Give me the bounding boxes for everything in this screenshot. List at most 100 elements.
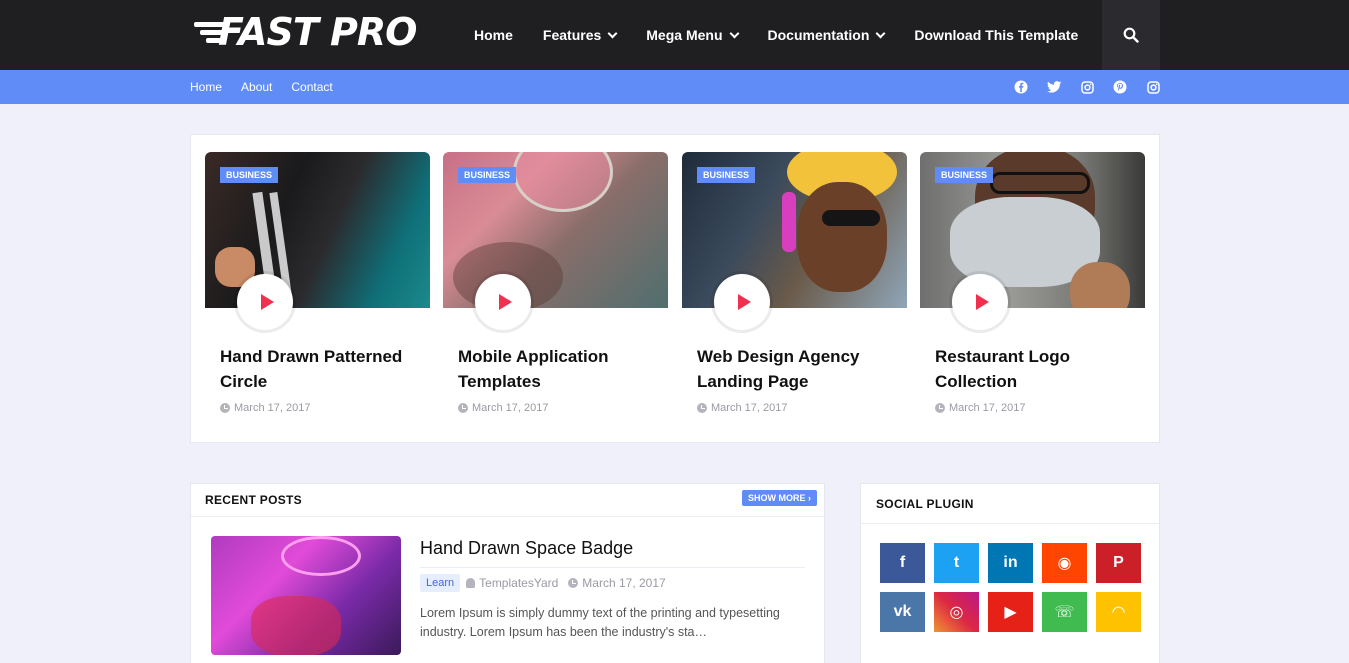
nav-home[interactable]: Home [474, 27, 513, 43]
header-social-links [1013, 79, 1178, 95]
post-date-text: March 17, 2017 [949, 402, 1026, 414]
play-icon [975, 294, 989, 310]
pinterest-icon[interactable] [1112, 79, 1128, 95]
search-icon [1123, 27, 1139, 43]
subnav-about[interactable]: About [241, 80, 272, 94]
section-title: RECENT POSTS [205, 493, 302, 507]
twitter-icon: t [953, 554, 960, 571]
clock-icon [568, 578, 579, 588]
featured-title[interactable]: Mobile Application Templates [458, 344, 653, 394]
social-plugin-header: SOCIAL PLUGIN [861, 484, 1159, 524]
nav-documentation-label: Documentation [767, 27, 870, 43]
logo-text: FAST PRO [218, 10, 417, 54]
twitter-button[interactable]: t [934, 543, 979, 583]
nav-features-label: Features [542, 27, 602, 43]
linkedin-button[interactable]: in [988, 543, 1033, 583]
post-excerpt: Lorem Ipsum is simply dummy text of the … [420, 606, 780, 639]
post-date: March 17, 2017 [697, 402, 892, 414]
show-more-button[interactable]: SHOW MORE › [742, 490, 817, 506]
post-date-text: March 17, 2017 [234, 402, 311, 414]
post-thumbnail[interactable] [211, 536, 401, 655]
recent-posts-header: RECENT POSTS SHOW MORE › [191, 484, 824, 517]
featured-card[interactable]: BUSINESS Restaurant Logo Collection Marc… [920, 152, 1145, 414]
subnav-contact[interactable]: Contact [291, 80, 332, 94]
user-icon [466, 578, 476, 588]
category-badge[interactable]: BUSINESS [935, 167, 994, 183]
post-date-text: March 17, 2017 [472, 402, 549, 414]
vk-icon: vk [893, 603, 912, 620]
category-badge[interactable]: BUSINESS [220, 167, 279, 183]
post-author[interactable]: TemplatesYard [479, 576, 558, 590]
search-button[interactable] [1102, 0, 1160, 70]
twitter-icon[interactable] [1046, 79, 1062, 95]
nav-download-template[interactable]: Download This Template [914, 27, 1078, 43]
nav-mega-menu[interactable]: Mega Menu [646, 27, 739, 43]
clock-icon [697, 403, 707, 413]
reddit-icon: ◉ [1057, 555, 1072, 572]
show-more-label: SHOW MORE [748, 493, 806, 503]
chevron-down-icon [729, 28, 739, 38]
play-icon [498, 294, 512, 310]
youtube-button[interactable]: ▶ [988, 592, 1033, 632]
section-title: SOCIAL PLUGIN [876, 497, 974, 511]
play-icon [260, 294, 274, 310]
nav-features[interactable]: Features [542, 27, 618, 43]
clock-icon [935, 403, 945, 413]
featured-posts: BUSINESS Hand Drawn Patterned Circle Mar… [190, 134, 1160, 443]
main-nav: Home Features Mega Menu Documentation Do… [474, 0, 1108, 70]
social-buttons-grid: f t in ◉ P vk ◎ ▶ ☏ ◠ [880, 543, 1141, 632]
top-header: FAST PRO Home Features Mega Menu Documen… [0, 0, 1349, 70]
post-date: March 17, 2017 [458, 402, 653, 414]
nav-documentation[interactable]: Documentation [767, 27, 886, 43]
pinterest-button[interactable]: P [1096, 543, 1141, 583]
play-button[interactable] [714, 274, 770, 330]
facebook-icon: f [899, 554, 906, 571]
nav-home-label: Home [474, 27, 513, 43]
nav-mega-menu-label: Mega Menu [646, 27, 723, 43]
whatsapp-icon: ☏ [1054, 604, 1075, 621]
facebook-button[interactable]: f [880, 543, 925, 583]
chevron-down-icon [875, 28, 886, 38]
post-title[interactable]: Hand Drawn Space Badge [420, 538, 633, 559]
facebook-icon[interactable] [1013, 79, 1029, 95]
featured-title[interactable]: Restaurant Logo Collection [935, 344, 1130, 394]
instagram-button[interactable]: ◎ [934, 592, 979, 632]
subnav-home[interactable]: Home [190, 80, 222, 94]
featured-title[interactable]: Web Design Agency Landing Page [697, 344, 892, 394]
secondary-nav: Home About Contact [190, 70, 352, 104]
divider [420, 567, 805, 568]
pinterest-icon: P [1113, 554, 1124, 571]
nav-download-label: Download This Template [914, 27, 1079, 43]
vk-button[interactable]: vk [880, 592, 925, 632]
category-badge[interactable]: BUSINESS [458, 167, 517, 183]
featured-thumbnail[interactable]: BUSINESS [920, 152, 1145, 308]
secondary-bar: Home About Contact [0, 70, 1349, 104]
instagram-icon[interactable] [1079, 79, 1095, 95]
featured-thumbnail[interactable]: BUSINESS [443, 152, 668, 308]
play-button[interactable] [952, 274, 1008, 330]
featured-card[interactable]: BUSINESS Hand Drawn Patterned Circle Mar… [205, 152, 430, 414]
instagram-icon: ◎ [949, 604, 964, 621]
whatsapp-button[interactable]: ☏ [1042, 592, 1087, 632]
clock-icon [220, 403, 230, 413]
post-tag[interactable]: Learn [420, 574, 461, 592]
rss-button[interactable]: ◠ [1096, 592, 1141, 632]
post-date: March 17, 2017 [220, 402, 415, 414]
play-button[interactable] [475, 274, 531, 330]
category-badge[interactable]: BUSINESS [697, 167, 756, 183]
featured-thumbnail[interactable]: BUSINESS [682, 152, 907, 308]
play-icon [737, 294, 751, 310]
social-plugin-widget: SOCIAL PLUGIN f t in ◉ P vk ◎ ▶ ☏ ◠ [860, 483, 1160, 663]
youtube-icon: ▶ [1004, 604, 1017, 621]
featured-title[interactable]: Hand Drawn Patterned Circle [220, 344, 415, 394]
post-date-text: March 17, 2017 [711, 402, 788, 414]
play-button[interactable] [237, 274, 293, 330]
recent-posts-widget: RECENT POSTS SHOW MORE › Hand Drawn Spac… [190, 483, 825, 663]
featured-card[interactable]: BUSINESS Mobile Application Templates Ma… [443, 152, 668, 414]
reddit-button[interactable]: ◉ [1042, 543, 1087, 583]
site-logo[interactable]: FAST PRO [190, 10, 417, 54]
featured-card[interactable]: BUSINESS Web Design Agency Landing Page … [682, 152, 907, 414]
instagram-icon[interactable] [1145, 79, 1161, 95]
rss-icon: ◠ [1112, 604, 1125, 621]
featured-thumbnail[interactable]: BUSINESS [205, 152, 430, 308]
